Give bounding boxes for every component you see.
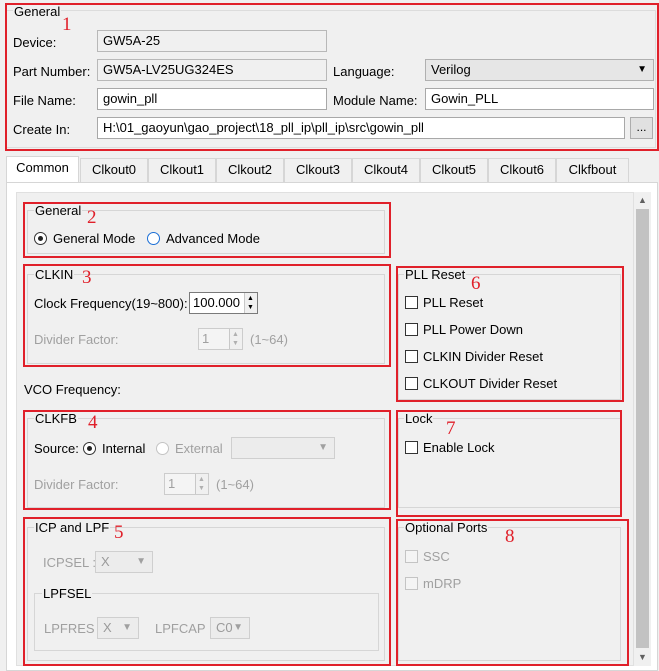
scroll-up-icon[interactable]: ▲ bbox=[634, 192, 651, 209]
scrollbar-thumb[interactable] bbox=[636, 209, 649, 648]
annotation-number-5: 5 bbox=[114, 522, 124, 543]
annotation-box-4 bbox=[23, 410, 391, 510]
tab-common[interactable]: Common bbox=[6, 156, 79, 183]
annotation-number-2: 2 bbox=[87, 207, 97, 228]
tab-clkout6[interactable]: Clkout6 bbox=[488, 158, 556, 182]
vertical-scrollbar[interactable]: ▲ ▼ bbox=[634, 192, 651, 666]
annotation-number-1: 1 bbox=[62, 14, 72, 35]
annotation-number-3: 3 bbox=[82, 267, 92, 288]
annotation-box-7 bbox=[396, 410, 622, 517]
annotation-box-2 bbox=[23, 202, 391, 258]
scroll-down-icon[interactable]: ▼ bbox=[634, 649, 651, 666]
annotation-number-8: 8 bbox=[505, 526, 515, 547]
annotation-number-4: 4 bbox=[88, 412, 98, 433]
annotation-number-6: 6 bbox=[471, 273, 481, 294]
tab-clkout2[interactable]: Clkout2 bbox=[216, 158, 284, 182]
tab-clkout1[interactable]: Clkout1 bbox=[148, 158, 216, 182]
tab-clkout0[interactable]: Clkout0 bbox=[80, 158, 148, 182]
annotation-number-7: 7 bbox=[446, 418, 456, 439]
annotation-box-5 bbox=[23, 517, 391, 666]
annotation-box-1 bbox=[5, 3, 659, 151]
tab-clkout3[interactable]: Clkout3 bbox=[284, 158, 352, 182]
tab-clkout5[interactable]: Clkout5 bbox=[420, 158, 488, 182]
vco-frequency-label: VCO Frequency: bbox=[24, 382, 121, 397]
tab-clkfbout[interactable]: Clkfbout bbox=[556, 158, 629, 182]
tab-clkout4[interactable]: Clkout4 bbox=[352, 158, 420, 182]
annotation-box-6 bbox=[396, 266, 624, 402]
annotation-box-3 bbox=[23, 264, 391, 367]
